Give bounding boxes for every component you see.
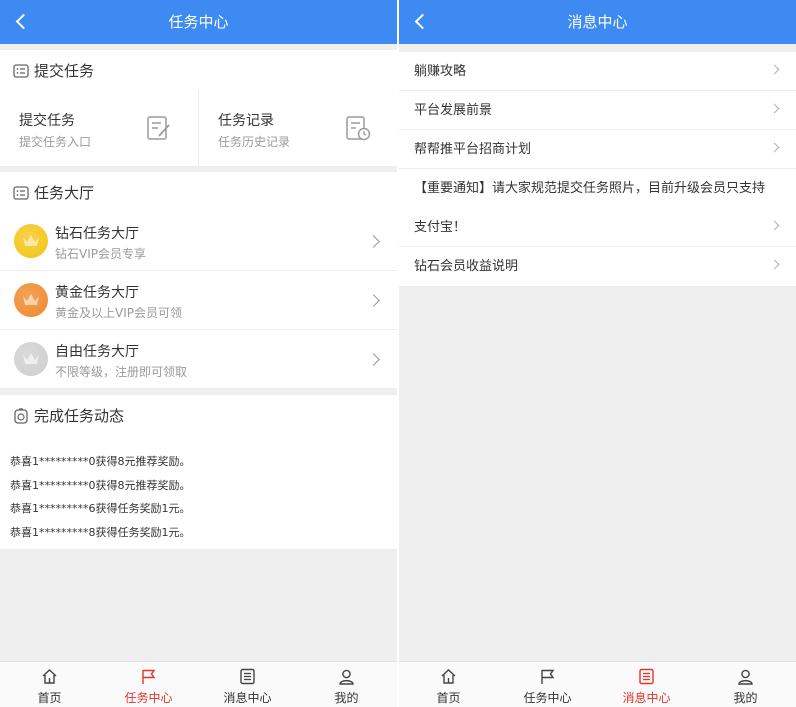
tab-mine[interactable]: 我的 — [696, 662, 795, 707]
list-card-icon — [13, 64, 29, 78]
tab-task-center[interactable]: 任务中心 — [99, 662, 198, 707]
tab-label: 首页 — [37, 691, 62, 705]
tab-label: 我的 — [334, 691, 359, 705]
hall-section-header: 任务大厅 — [0, 172, 397, 214]
submit-task-cell[interactable]: 提交任务 提交任务入口 — [0, 90, 198, 166]
message-item[interactable]: 帮帮推平台招商计划 — [399, 130, 796, 169]
tab-label: 任务中心 — [124, 691, 173, 705]
chevron-right-icon — [367, 293, 381, 309]
section-title: 完成任务动态 — [34, 407, 125, 425]
chevron-right-icon — [769, 259, 780, 270]
message-list: 躺赚攻略 平台发展前景 帮帮推平台招商计划 【重要通知】请大家规范提交任务照片，… — [399, 52, 796, 286]
activity-line: 恭喜1*********8获得任务奖励1元。 — [10, 526, 191, 539]
page-title: 消息中心 — [567, 13, 628, 31]
message-title: 钻石会员收益说明 — [414, 259, 519, 274]
chevron-right-icon — [769, 142, 780, 153]
message-list-icon — [240, 668, 255, 685]
submit-grid: 提交任务 提交任务入口 任务记录 任务历史记录 — [0, 90, 397, 166]
chevron-right-icon — [769, 220, 780, 231]
tab-label: 任务中心 — [523, 691, 572, 705]
message-item[interactable]: 躺赚攻略 — [399, 52, 796, 91]
header-bar: 消息中心 — [399, 0, 796, 44]
page-title: 任务中心 — [168, 13, 229, 31]
home-icon — [42, 669, 57, 684]
flag-icon — [142, 669, 156, 684]
diamond-medal-icon — [14, 224, 48, 258]
task-record-cell[interactable]: 任务记录 任务历史记录 — [199, 90, 397, 166]
chevron-right-icon — [769, 64, 780, 75]
user-icon — [738, 669, 753, 685]
gold-medal-icon — [14, 283, 48, 317]
activity-line: 恭喜1*********6获得任务奖励1元。 — [10, 502, 191, 515]
chevron-right-icon — [367, 352, 381, 368]
message-title: 平台发展前景 — [414, 103, 493, 118]
activity-line: 恭喜1*********0获得8元推荐奖励。 — [10, 455, 191, 468]
tab-label: 消息中心 — [223, 691, 272, 705]
section-title: 提交任务 — [34, 62, 95, 80]
hall-subtitle: 钻石VIP会员专享 — [55, 247, 146, 261]
tab-label: 消息中心 — [622, 691, 671, 705]
bottom-tabbar: 首页 任务中心 消息中心 我的 — [0, 661, 397, 707]
message-center-screen: 消息中心 躺赚攻略 平台发展前景 帮帮推平台招商计划 【重要通知】请大家规范提交… — [399, 0, 796, 707]
header-bar: 任务中心 — [0, 0, 397, 44]
hall-subtitle: 黄金及以上VIP会员可领 — [55, 306, 182, 320]
edit-document-icon — [147, 116, 170, 140]
user-icon — [339, 669, 354, 685]
chevron-right-icon — [769, 103, 780, 114]
tab-home[interactable]: 首页 — [399, 662, 498, 707]
message-title-continued: 支付宝！ — [414, 220, 467, 235]
bottom-tabbar: 首页 任务中心 消息中心 我的 — [399, 661, 796, 707]
stopwatch-icon — [14, 408, 28, 424]
task-center-screen: 任务中心 提交任务 提交任务 提交任务入口 任务记录 任务历史记录 任务大厅 钻… — [0, 0, 397, 707]
message-item[interactable]: 钻石会员收益说明 — [399, 247, 796, 286]
tab-mine[interactable]: 我的 — [297, 662, 396, 707]
history-document-icon — [346, 116, 371, 141]
activity-section-header: 完成任务动态 — [0, 395, 397, 437]
cell-subtitle: 任务历史记录 — [218, 135, 291, 149]
message-item[interactable]: 【重要通知】请大家规范提交任务照片，目前升级会员只支持 支付宝！ — [399, 169, 796, 247]
section-title: 任务大厅 — [34, 184, 95, 202]
list-card-icon — [13, 186, 29, 200]
hall-title: 自由任务大厅 — [55, 344, 139, 360]
cell-title: 任务记录 — [218, 113, 274, 129]
diamond-hall-item[interactable]: 钻石任务大厅 钻石VIP会员专享 — [0, 212, 397, 271]
tab-label: 首页 — [436, 691, 461, 705]
message-title: 【重要通知】请大家规范提交任务照片，目前升级会员只支持 — [414, 181, 766, 196]
submit-section-header: 提交任务 — [0, 50, 397, 92]
hall-title: 黄金任务大厅 — [55, 285, 139, 301]
free-hall-item[interactable]: 自由任务大厅 不限等级，注册即可领取 — [0, 330, 397, 389]
gold-hall-item[interactable]: 黄金任务大厅 黄金及以上VIP会员可领 — [0, 271, 397, 330]
activity-line: 恭喜1*********0获得8元推荐奖励。 — [10, 479, 191, 492]
hall-title: 钻石任务大厅 — [55, 226, 139, 242]
silver-medal-icon — [14, 342, 48, 376]
home-icon — [441, 669, 456, 684]
hall-subtitle: 不限等级，注册即可领取 — [55, 365, 188, 379]
activity-feed: 恭喜1*********0获得8元推荐奖励。 恭喜1*********0获得8元… — [0, 436, 397, 549]
tab-message-center[interactable]: 消息中心 — [198, 662, 297, 707]
message-title: 躺赚攻略 — [414, 64, 467, 79]
tab-label: 我的 — [733, 691, 758, 705]
cell-subtitle: 提交任务入口 — [19, 135, 92, 149]
flag-icon — [541, 669, 555, 684]
tab-task-center[interactable]: 任务中心 — [498, 662, 597, 707]
tab-home[interactable]: 首页 — [0, 662, 99, 707]
message-title: 帮帮推平台招商计划 — [414, 142, 532, 157]
tab-message-center[interactable]: 消息中心 — [597, 662, 696, 707]
chevron-right-icon — [367, 234, 381, 250]
message-list-icon — [639, 668, 654, 685]
cell-title: 提交任务 — [19, 113, 75, 129]
message-item[interactable]: 平台发展前景 — [399, 91, 796, 130]
